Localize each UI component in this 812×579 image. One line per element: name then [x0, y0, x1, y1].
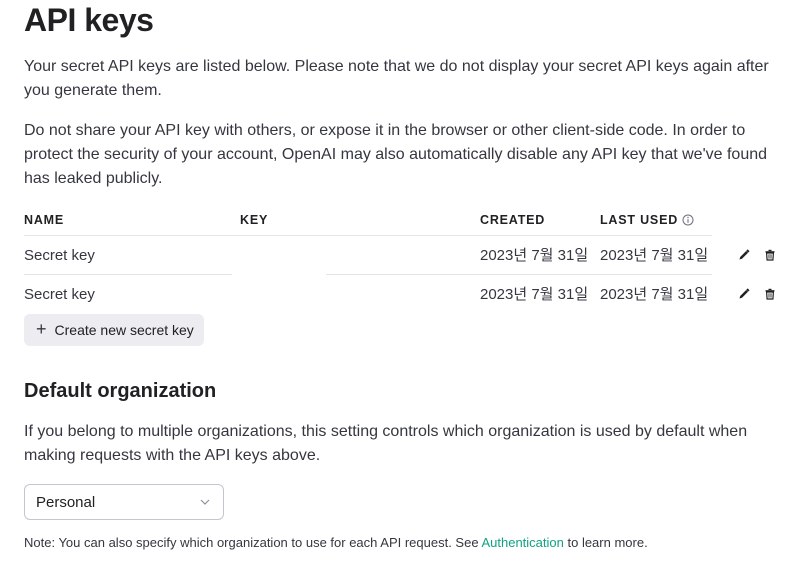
plus-icon: + [36, 318, 47, 339]
note-text: Note: You can also specify which organiz… [24, 534, 648, 552]
header-last-used: LAST USED [600, 206, 694, 234]
page-title: API keys [24, 2, 154, 38]
info-icon[interactable] [682, 214, 694, 226]
default-organization-description: If you belong to multiple organizations,… [24, 423, 748, 464]
table-row: Secret key 2023년 7월 31일 2023년 7월 31일 [24, 236, 784, 275]
intro-text: Your secret API keys are listed below. P… [24, 58, 769, 99]
table-row: Secret key 2023년 7월 31일 2023년 7월 31일 [24, 275, 784, 314]
key-last-used: 2023년 7월 31일 [600, 286, 709, 303]
default-organization-title: Default organization [24, 380, 217, 402]
organization-select-value: Personal [36, 493, 96, 511]
authentication-link[interactable]: Authentication [481, 535, 563, 550]
header-last-used-label: LAST USED [600, 213, 679, 227]
key-created: 2023년 7월 31일 [480, 247, 589, 264]
header-key: KEY [240, 213, 269, 227]
note-before: Note: You can also specify which organiz… [24, 535, 482, 550]
key-created: 2023년 7월 31일 [480, 286, 589, 303]
header-name: NAME [24, 213, 65, 227]
note-after: to learn more. [563, 535, 648, 550]
organization-select[interactable]: Personal [24, 484, 224, 520]
create-button-label: Create new secret key [54, 322, 194, 338]
create-new-secret-key-button[interactable]: + Create new secret key [24, 314, 204, 346]
trash-icon[interactable] [762, 286, 778, 302]
key-last-used: 2023년 7월 31일 [600, 247, 709, 264]
pencil-icon[interactable] [736, 247, 752, 263]
header-created: CREATED [480, 213, 546, 227]
key-name: Secret key [24, 247, 95, 264]
warning-text: Do not share your API key with others, o… [24, 122, 768, 187]
trash-icon[interactable] [762, 247, 778, 263]
chevron-down-icon [200, 499, 210, 505]
pencil-icon[interactable] [736, 286, 752, 302]
key-name: Secret key [24, 286, 95, 303]
